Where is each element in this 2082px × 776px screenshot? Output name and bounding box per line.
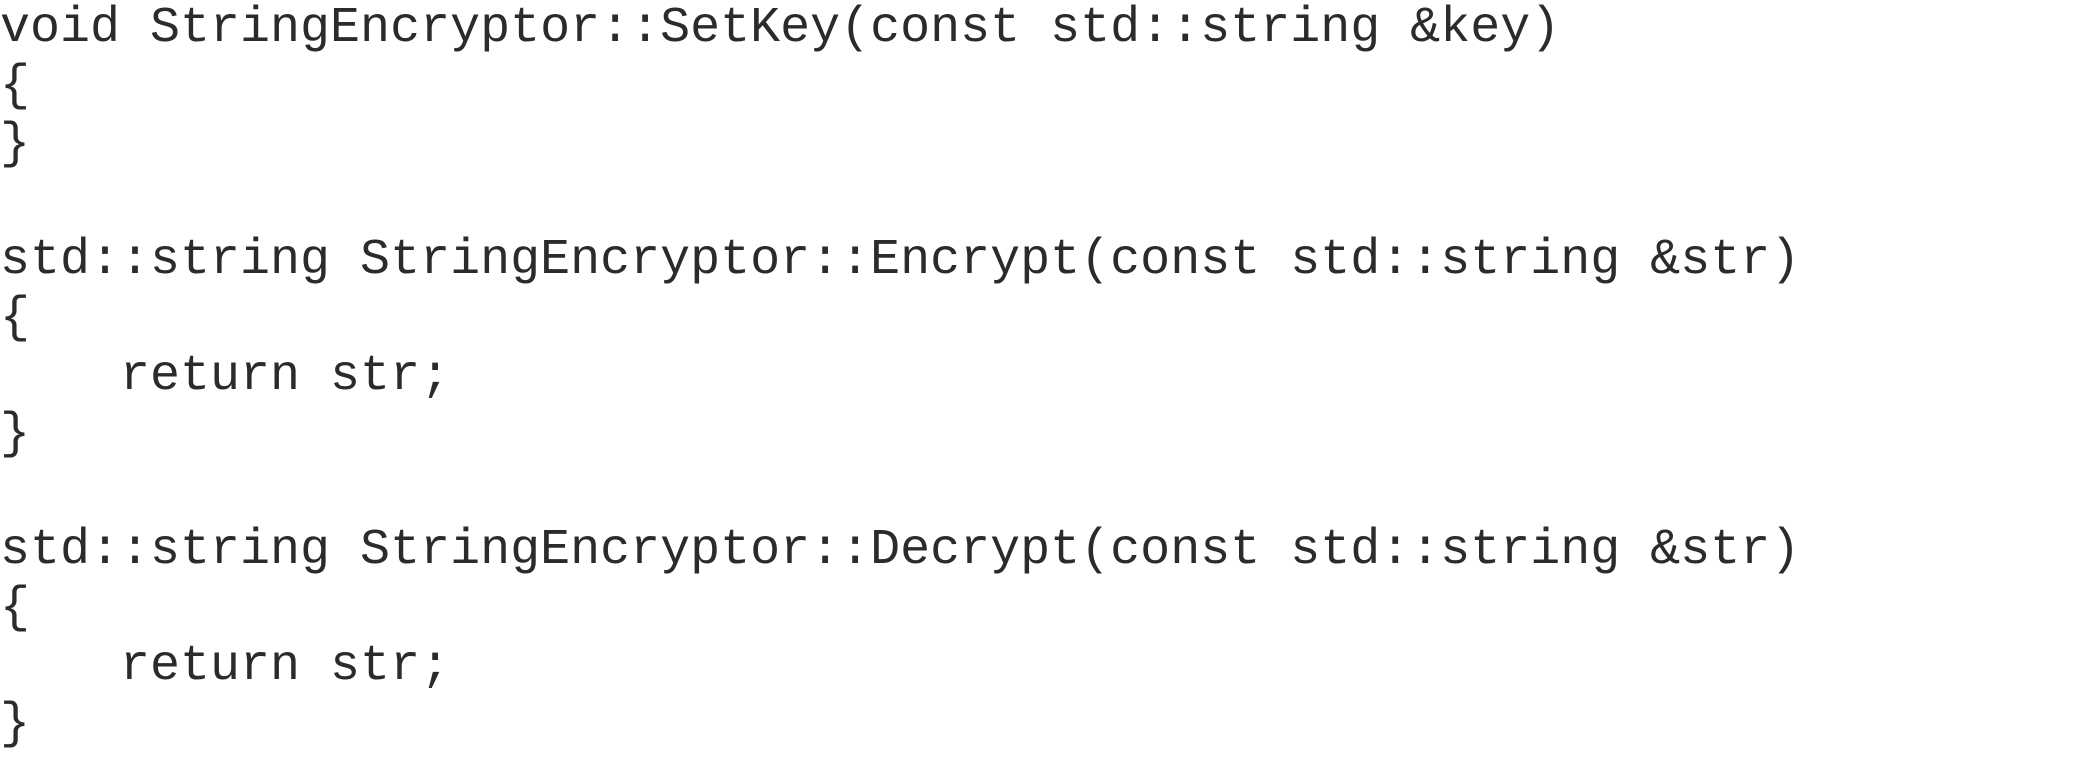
code-line-setkey-open-brace: { [0, 58, 31, 115]
code-line-encrypt-signature: std::string StringEncryptor::Encrypt(con… [0, 232, 1801, 289]
code-line-decrypt-close-brace: } [0, 696, 31, 753]
code-line-decrypt-signature: std::string StringEncryptor::Decrypt(con… [0, 522, 1801, 579]
code-line-encrypt-return: return str; [0, 348, 451, 405]
code-line-decrypt-return: return str; [0, 638, 451, 695]
code-line-decrypt-open-brace: { [0, 580, 31, 637]
code-line-encrypt-close-brace: } [0, 406, 31, 463]
code-line-setkey-close-brace: } [0, 116, 31, 173]
code-line-setkey-signature: void StringEncryptor::SetKey(const std::… [0, 0, 1561, 57]
code-view: void StringEncryptor::SetKey(const std::… [0, 0, 2082, 776]
code-line-encrypt-open-brace: { [0, 290, 31, 347]
